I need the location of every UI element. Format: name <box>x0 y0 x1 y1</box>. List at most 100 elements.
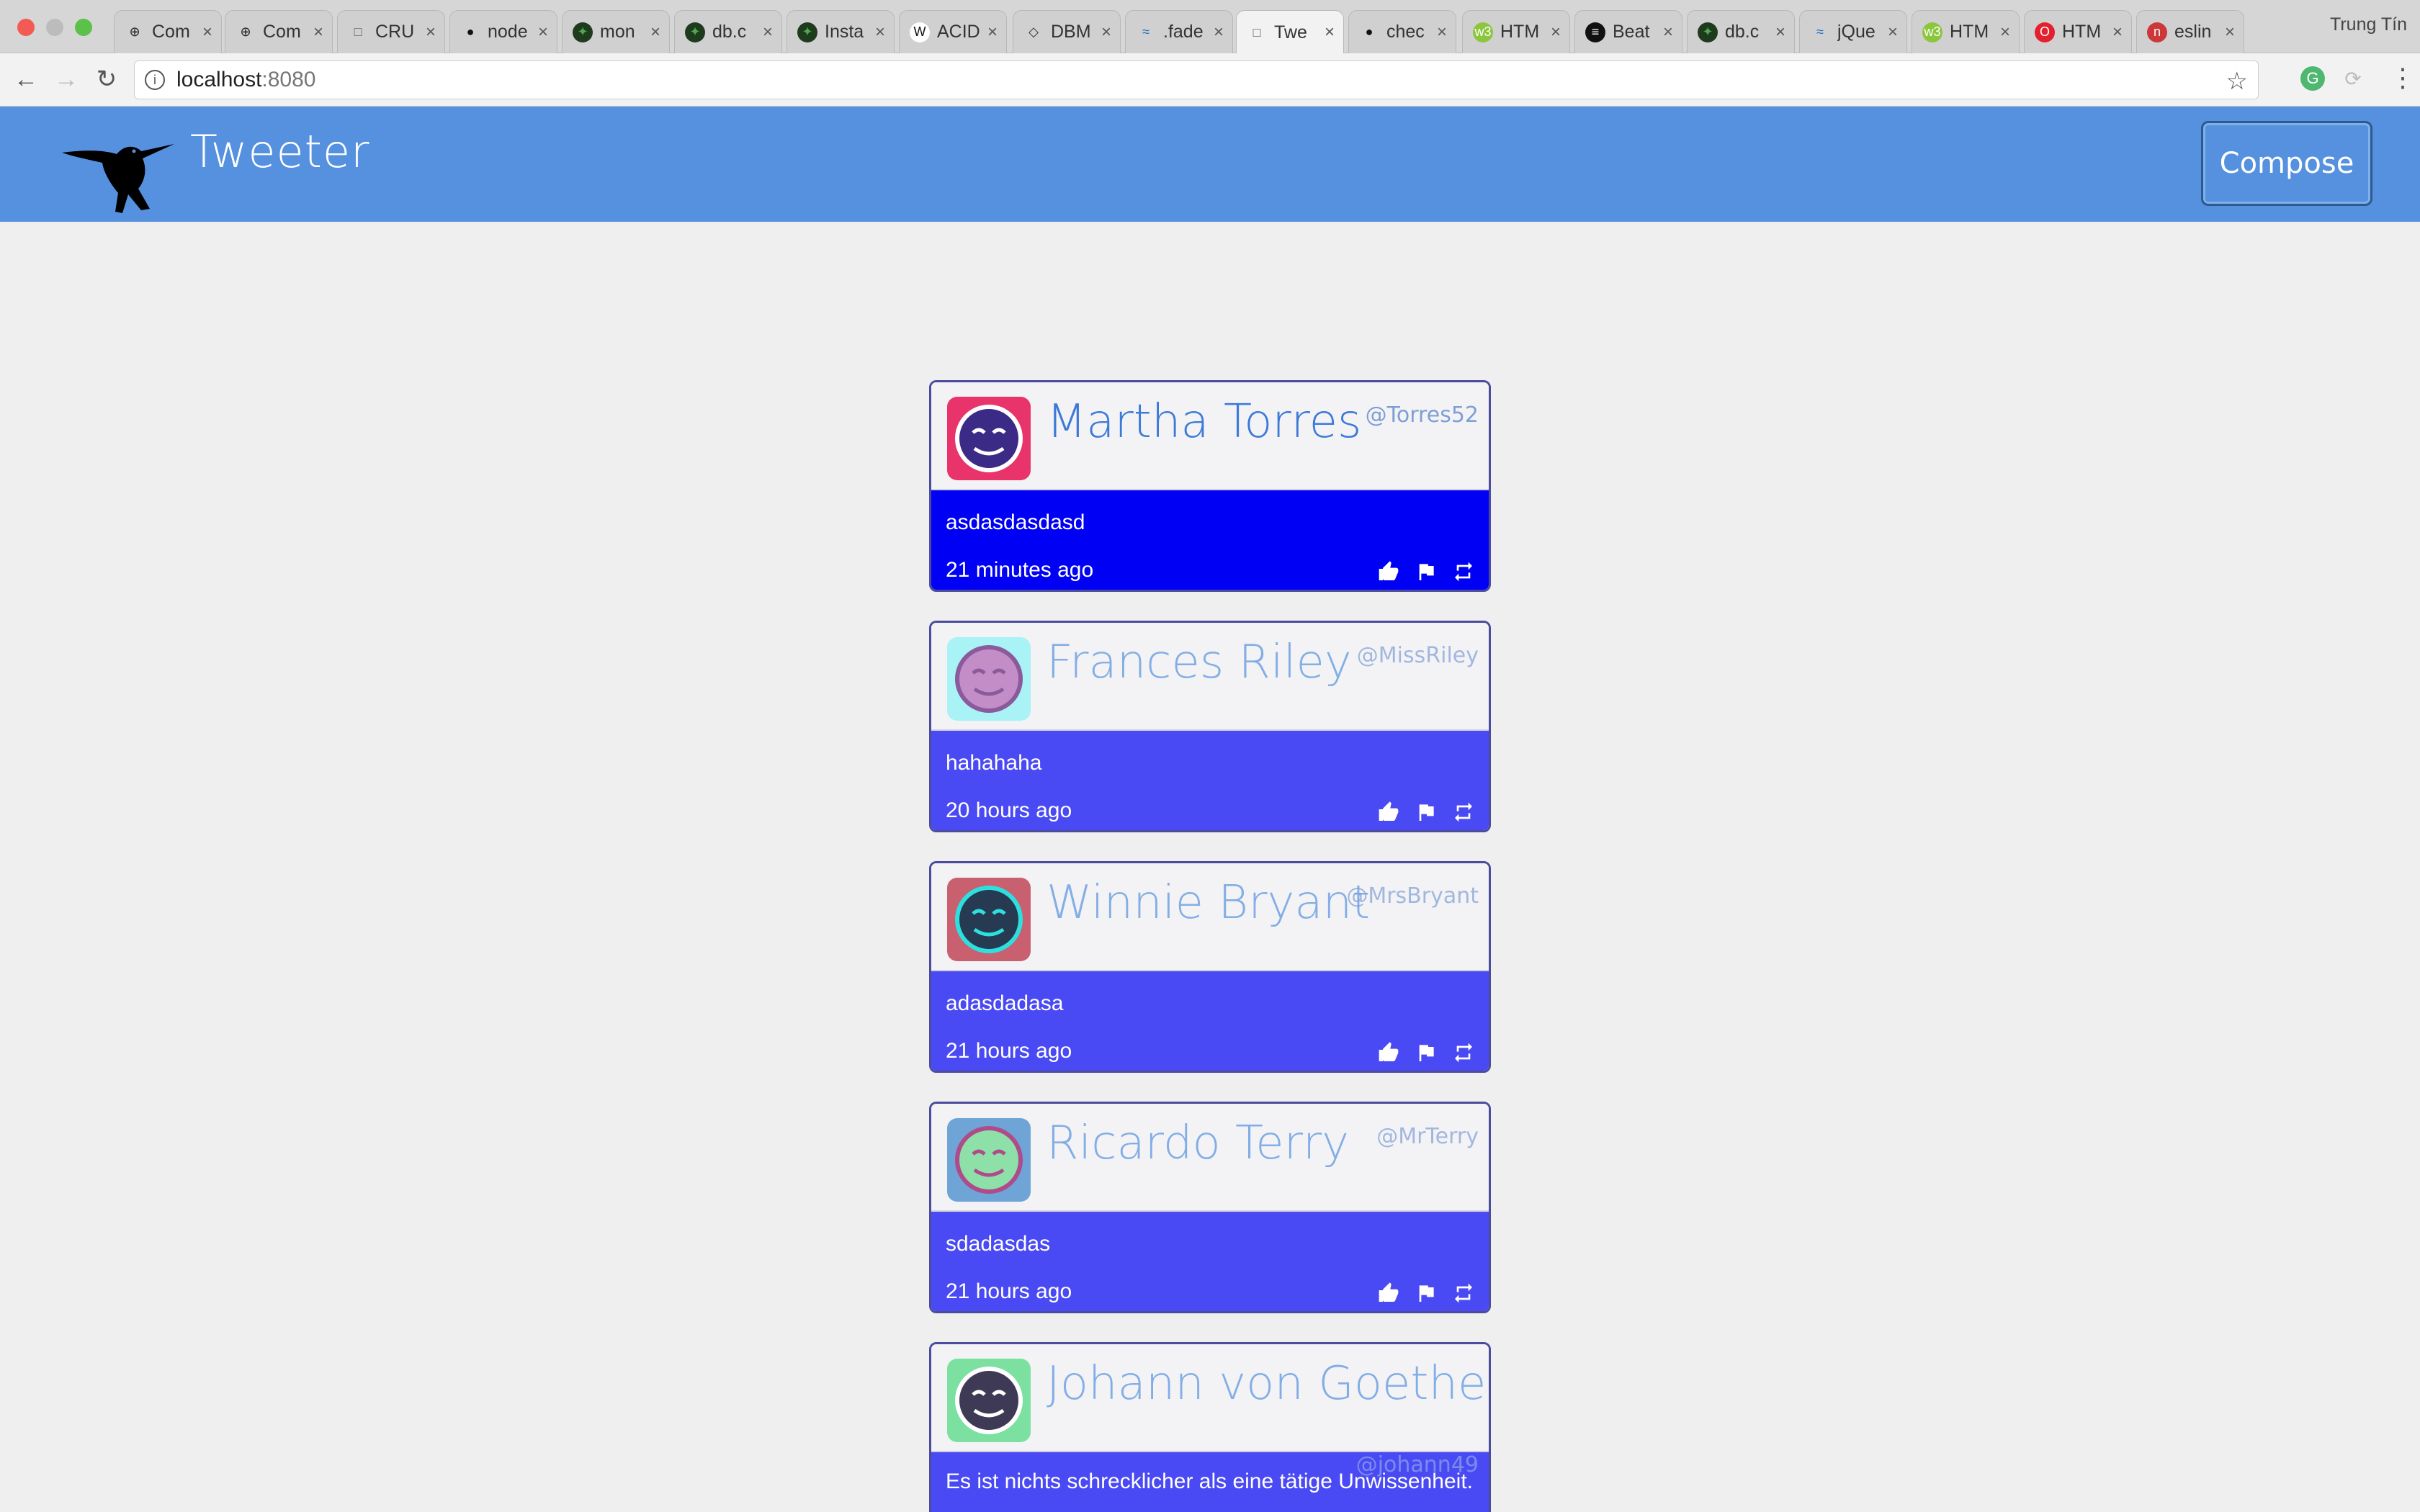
tab-title: mon <box>600 22 635 42</box>
tab-close-icon[interactable]: × <box>197 22 218 42</box>
tweet-actions <box>1376 1281 1476 1305</box>
avatar <box>947 637 1031 721</box>
tweet-header: Ricardo Terry @MrTerry <box>931 1104 1489 1212</box>
tweet-author-name: Ricardo Terry <box>1047 1117 1350 1170</box>
tweet-card: Frances Riley @MissRiley hahahaha 20 hours … <box>929 621 1491 832</box>
browser-tab[interactable]: ≈ .fade × <box>1125 10 1233 53</box>
flag-icon[interactable] <box>1414 800 1438 824</box>
tweet-card: Martha Torres @Torres52 asdasdasdasd 21 min… <box>929 380 1491 592</box>
tweet-body: hahahaha 20 hours ago <box>931 731 1489 830</box>
flag-icon[interactable] <box>1414 1281 1438 1305</box>
tweet-timestamp: 21 hours ago <box>946 1279 1072 1303</box>
tab-title: Com <box>152 22 190 42</box>
like-icon[interactable] <box>1376 800 1401 824</box>
browser-tab[interactable]: ✦ db.c × <box>674 10 782 53</box>
browser-tab[interactable]: ✦ Insta × <box>786 10 895 53</box>
tweet-header: Johann von Goethe <box>931 1344 1489 1452</box>
browser-tab[interactable]: n eslin × <box>2136 10 2244 53</box>
browser-menu-icon[interactable]: ⋮ <box>2390 63 2416 92</box>
browser-tab[interactable]: ≈ jQue × <box>1799 10 1907 53</box>
close-window-button[interactable] <box>17 19 35 36</box>
browser-tab[interactable]: w3 HTM × <box>1462 10 1570 53</box>
browser-tab[interactable]: w3 HTM × <box>1912 10 2020 53</box>
browser-tab[interactable]: ≡ Beat × <box>1574 10 1682 53</box>
tab-close-icon[interactable]: × <box>982 22 1003 42</box>
mongodb-leaf-icon: ✦ <box>685 22 705 42</box>
tab-close-icon[interactable]: × <box>645 22 666 42</box>
tweet-body: asdasdasdasd 21 minutes ago <box>931 490 1489 590</box>
forward-button[interactable]: → <box>52 66 81 92</box>
flag-icon[interactable] <box>1414 1040 1438 1065</box>
tweet-body: sdadasdas 21 hours ago <box>931 1212 1489 1311</box>
info-icon[interactable]: i <box>145 70 165 90</box>
tab-close-icon[interactable]: × <box>1545 22 1567 42</box>
tab-close-icon[interactable]: × <box>1882 22 1904 42</box>
flag-icon[interactable] <box>1414 559 1438 584</box>
tab-close-icon[interactable]: × <box>2219 22 2241 42</box>
tab-close-icon[interactable]: × <box>308 22 329 42</box>
tweet-author-name: Johann von Goethe <box>1047 1357 1487 1410</box>
browser-tab[interactable]: ⊕ Com × <box>114 10 222 53</box>
jquery-icon: ≈ <box>1142 24 1150 39</box>
tab-close-icon[interactable]: × <box>1095 22 1117 42</box>
profile-name[interactable]: Trung Tín <box>2330 14 2407 35</box>
tab-close-icon[interactable]: × <box>1431 22 1453 42</box>
tab-close-icon[interactable]: × <box>1770 22 1791 42</box>
bookmark-star-icon[interactable]: ☆ <box>2226 67 2248 96</box>
browser-tab[interactable]: ✦ db.c × <box>1687 10 1795 53</box>
app-title: Tweeter <box>190 125 370 178</box>
tweet-body: @johann49 Es ist nichts schrecklicher als… <box>931 1452 1489 1512</box>
tab-title: db.c <box>1725 22 1760 42</box>
tab-title: Beat <box>1613 22 1650 42</box>
browser-tab[interactable]: ✦ mon × <box>562 10 670 53</box>
tab-title: chec <box>1386 22 1425 42</box>
tab-close-icon[interactable]: × <box>869 22 891 42</box>
tweet-text: Es ist nichts schrecklicher als eine tät… <box>946 1470 1473 1493</box>
minimize-window-button[interactable] <box>46 19 63 36</box>
browser-tab[interactable]: ● node × <box>449 10 557 53</box>
grammarly-extension-icon[interactable]: G <box>2300 66 2325 91</box>
browser-tab[interactable]: O HTM × <box>2024 10 2132 53</box>
browser-tab[interactable]: W ACID × <box>899 10 1007 53</box>
tweet-card: Johann von Goethe @johann49 Es ist nichts … <box>929 1342 1491 1512</box>
tab-close-icon[interactable]: × <box>420 22 442 42</box>
sync-extension-icon[interactable]: ⟳ <box>2341 66 2365 91</box>
tab-close-icon[interactable]: × <box>1994 22 2016 42</box>
browser-tab[interactable]: □ CRU × <box>337 10 445 53</box>
tab-close-icon[interactable]: × <box>757 22 779 42</box>
browser-tab[interactable]: □ Twe × <box>1236 10 1344 54</box>
retweet-icon[interactable] <box>1451 559 1476 584</box>
tab-close-icon[interactable]: × <box>1319 22 1340 42</box>
url-host: localhost <box>176 68 262 91</box>
tab-title: Insta <box>825 22 864 42</box>
jquery-icon: ≈ <box>1816 24 1824 39</box>
compose-button[interactable]: Compose <box>2201 121 2372 206</box>
tab-close-icon[interactable]: × <box>532 22 554 42</box>
tweet-actions <box>1376 559 1476 584</box>
back-button[interactable]: ← <box>12 66 40 92</box>
like-icon[interactable] <box>1376 1040 1401 1065</box>
like-icon[interactable] <box>1376 559 1401 584</box>
retweet-icon[interactable] <box>1451 1040 1476 1065</box>
browser-tab[interactable]: ● chec × <box>1348 10 1456 53</box>
mongodb-leaf-icon: ✦ <box>797 22 817 42</box>
w3-icon: w3 <box>1922 22 1942 42</box>
maximize-window-button[interactable] <box>75 19 92 36</box>
plus-circle-icon: ⊕ <box>129 24 140 39</box>
tweet-author-handle: @MrsBryant <box>1346 883 1479 909</box>
retweet-icon[interactable] <box>1451 800 1476 824</box>
tab-close-icon[interactable]: × <box>2107 22 2128 42</box>
browser-tab[interactable]: ◇ DBM × <box>1013 10 1121 53</box>
like-icon[interactable] <box>1376 1281 1401 1305</box>
retweet-icon[interactable] <box>1451 1281 1476 1305</box>
reload-button[interactable]: ↻ <box>92 66 121 92</box>
tab-title: DBM <box>1051 22 1091 42</box>
address-bar[interactable]: i localhost:8080 ☆ <box>134 60 2259 99</box>
spotify-icon: ≡ <box>1585 22 1605 42</box>
browser-tab[interactable]: ⊕ Com × <box>225 10 333 53</box>
npm-icon: n <box>2147 22 2167 42</box>
tab-close-icon[interactable]: × <box>1657 22 1679 42</box>
tweet-header: Frances Riley @MissRiley <box>931 623 1489 731</box>
tab-close-icon[interactable]: × <box>1208 22 1229 42</box>
tweet-card: Winnie Bryant @MrsBryant adasdadasa 21 hour… <box>929 861 1491 1073</box>
